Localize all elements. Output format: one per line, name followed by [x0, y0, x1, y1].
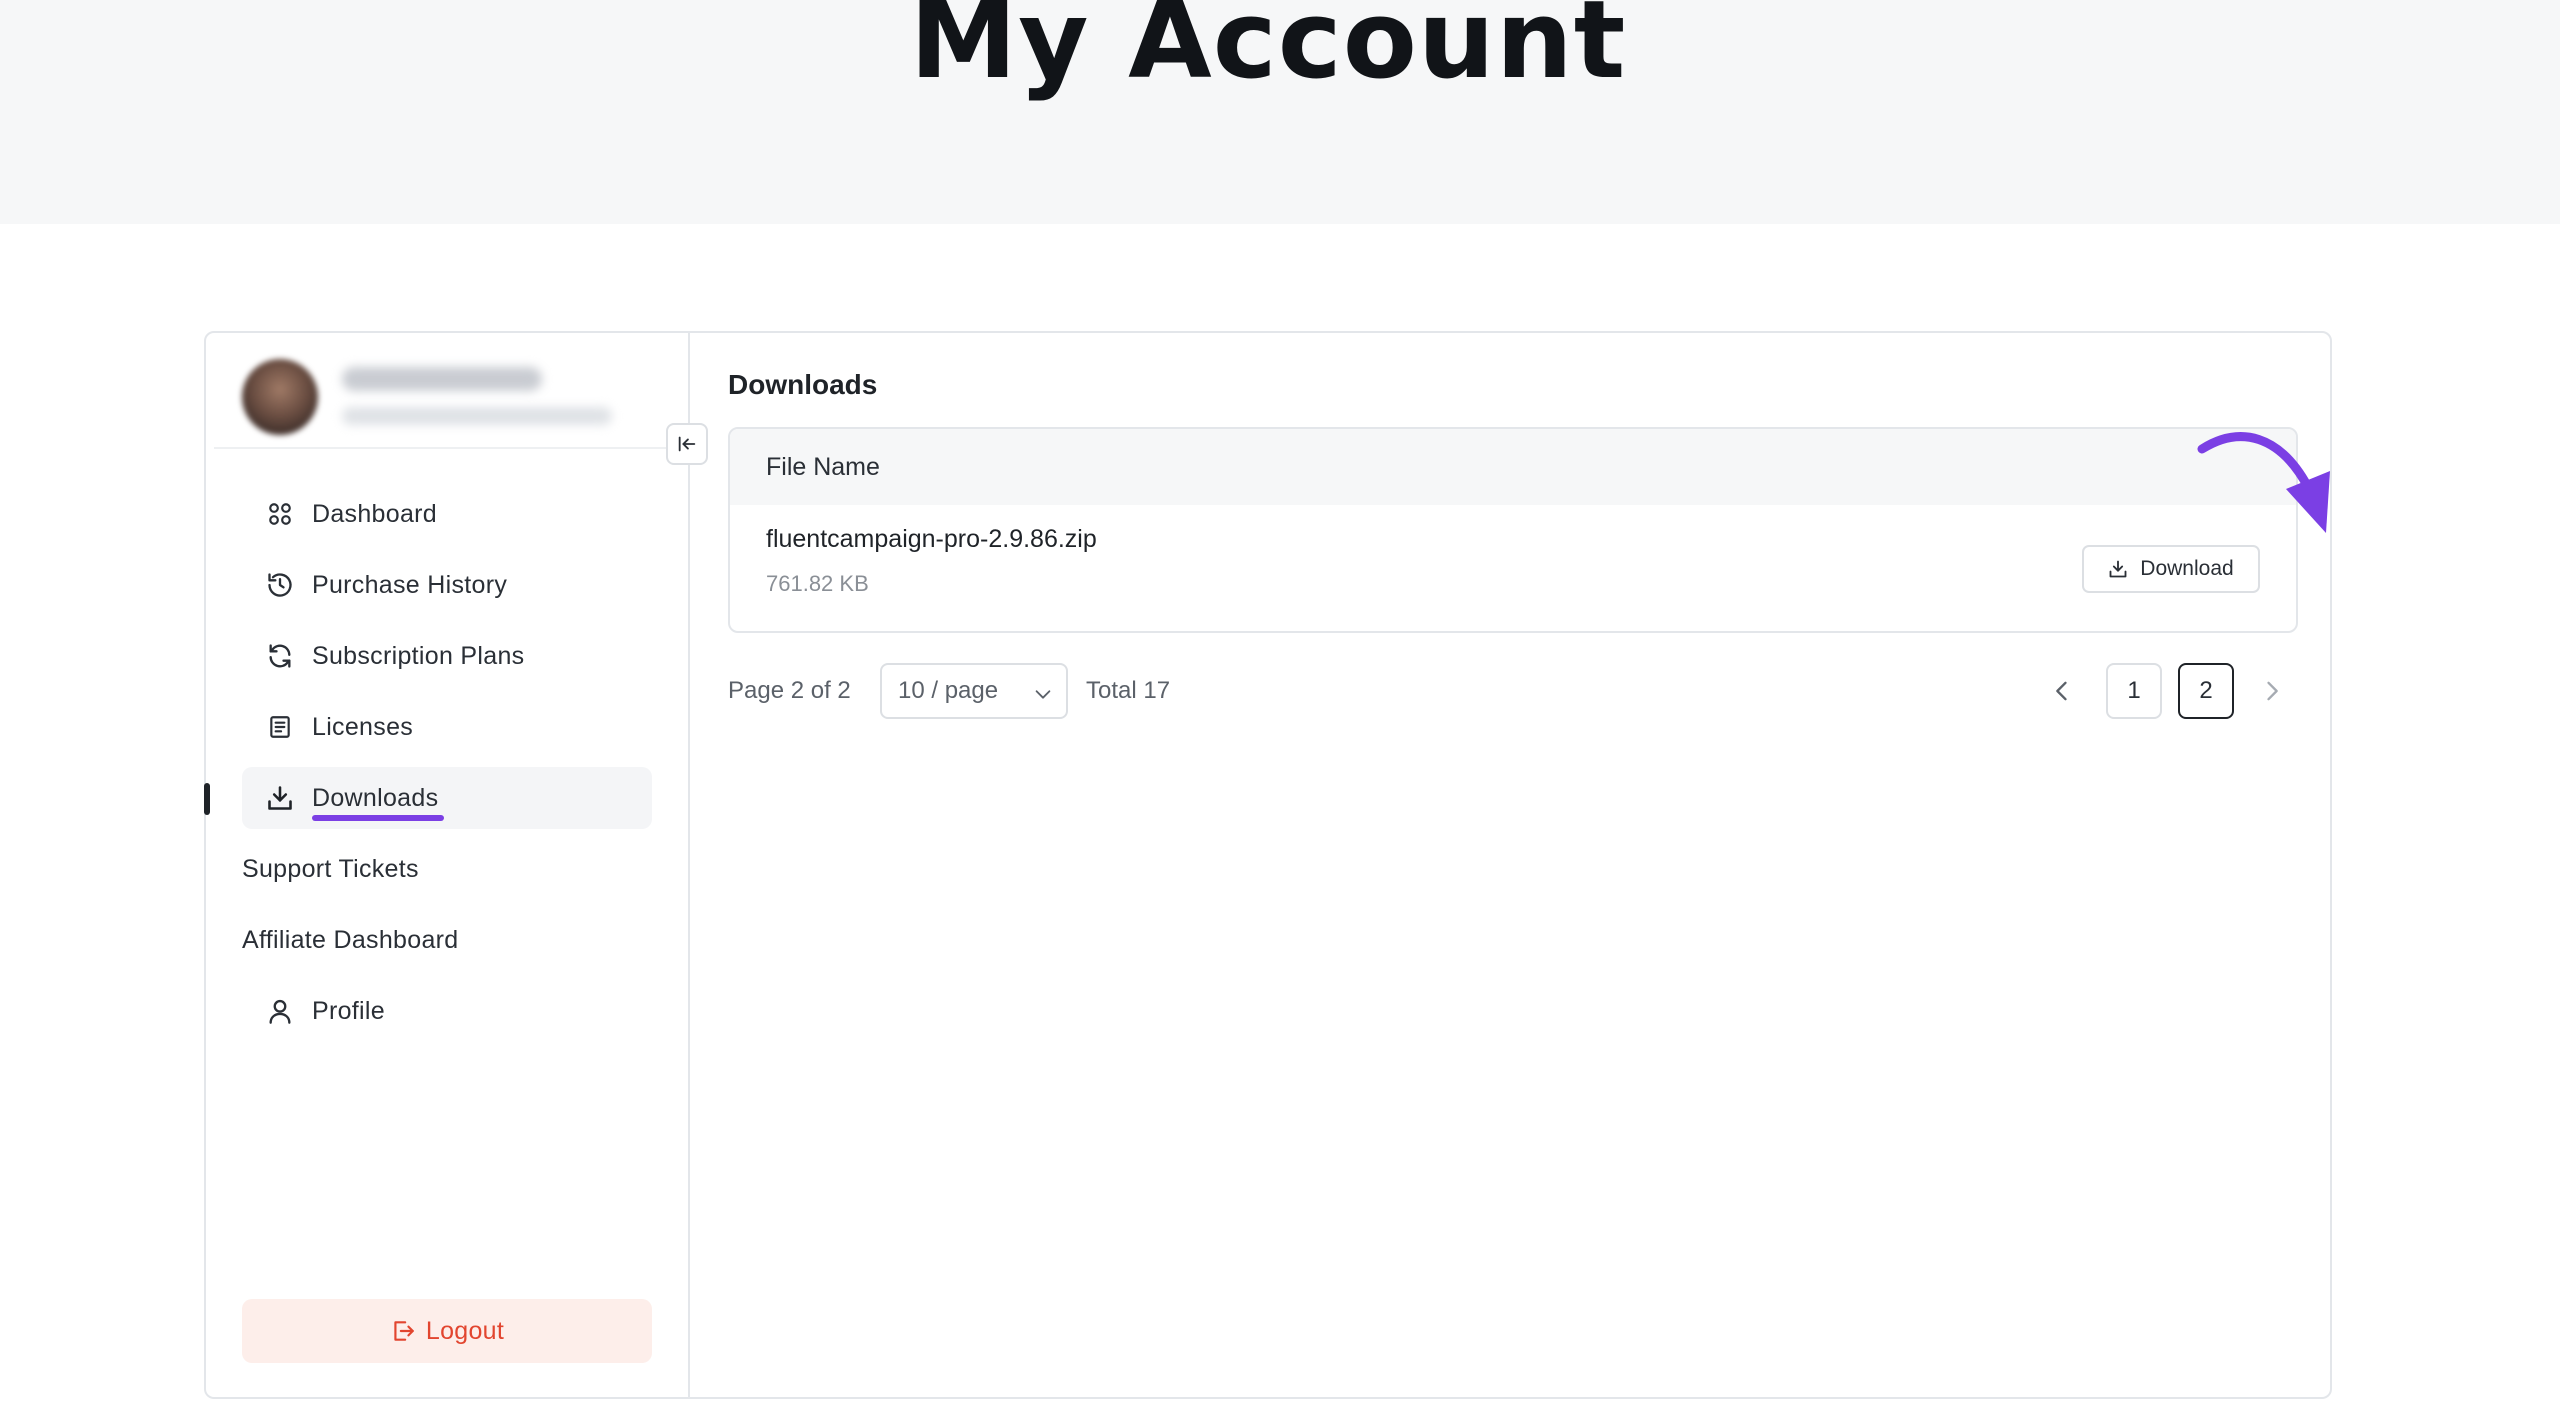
logout-icon	[394, 1321, 414, 1341]
collapse-sidebar-button[interactable]	[666, 423, 708, 465]
table-header: File Name	[730, 429, 2296, 505]
active-indicator	[204, 783, 210, 815]
download-icon	[264, 782, 296, 814]
table-row: fluentcampaign-pro-2.9.86.zip 761.82 KB …	[730, 505, 2296, 631]
page-button-1[interactable]: 1	[2106, 663, 2162, 719]
section-title: Downloads	[728, 369, 878, 400]
page-info: Page 2 of 2	[728, 677, 851, 704]
download-button[interactable]: Download	[2082, 545, 2260, 593]
sidebar-item-purchase-history[interactable]: Purchase History	[242, 554, 652, 616]
downloads-table: File Name fluentcampaign-pro-2.9.86.zip …	[728, 427, 2298, 633]
sidebar-item-subscription-plans[interactable]: Subscription Plans	[242, 625, 652, 687]
grid-icon	[264, 498, 296, 530]
prev-page-button[interactable]	[2048, 677, 2076, 710]
sidebar-item-licenses[interactable]: Licenses	[242, 696, 652, 758]
sidebar-item-label: Purchase History	[312, 570, 508, 599]
sidebar-item-support-tickets[interactable]: Support Tickets	[242, 838, 652, 900]
sidebar-item-label: Profile	[312, 996, 385, 1025]
sidebar-item-label: Licenses	[312, 712, 414, 741]
sidebar-item-dashboard[interactable]: Dashboard	[242, 483, 652, 545]
logout-button[interactable]: Logout	[242, 1299, 652, 1363]
user-info	[242, 353, 682, 441]
download-icon	[2109, 560, 2127, 578]
total-count: Total 17	[1086, 677, 1171, 704]
sidebar: Dashboard Purchase History Subscription …	[204, 333, 708, 1397]
sidebar-nav: Dashboard Purchase History Subscription …	[204, 483, 652, 1051]
user-name-blurred	[342, 367, 542, 391]
user-email-blurred	[342, 407, 612, 425]
chevron-right-icon	[2267, 681, 2278, 701]
avatar	[242, 359, 318, 435]
sidebar-item-label: Downloads	[312, 783, 445, 821]
account-card: Dashboard Purchase History Subscription …	[204, 331, 2332, 1399]
next-page-button[interactable]	[2258, 677, 2286, 710]
logout-label: Logout	[425, 1316, 505, 1345]
history-icon	[264, 569, 296, 601]
sidebar-item-label: Affiliate Dashboard	[242, 925, 459, 954]
download-button-label: Download	[2140, 557, 2234, 580]
page-title: My Account	[909, 0, 1627, 103]
sidebar-item-label: Subscription Plans	[312, 641, 525, 670]
file-size: 761.82 KB	[766, 571, 869, 596]
page-button-2[interactable]: 2	[2178, 663, 2234, 719]
chevron-left-icon	[2056, 681, 2067, 701]
page-header: My Account	[0, 0, 2560, 224]
per-page-value: 10 / page	[898, 677, 999, 704]
main-content: Downloads File Name fluentcampaign-pro-2…	[690, 333, 2330, 1397]
sidebar-item-label: Dashboard	[312, 499, 438, 528]
sidebar-item-profile[interactable]: Profile	[242, 980, 652, 1042]
file-name: fluentcampaign-pro-2.9.86.zip	[766, 525, 1097, 553]
column-header-file-name: File Name	[766, 452, 880, 481]
per-page-select[interactable]: 10 / page	[880, 663, 1068, 719]
sidebar-item-downloads[interactable]: Downloads	[204, 767, 652, 829]
pagination: Page 2 of 2 10 / page Total 17 1 2	[728, 663, 2298, 719]
user-icon	[264, 995, 296, 1027]
divider	[214, 447, 678, 449]
document-icon	[264, 711, 296, 743]
collapse-left-icon	[678, 436, 696, 452]
chevron-down-icon	[1035, 690, 1051, 699]
sidebar-item-label: Support Tickets	[242, 854, 419, 883]
annotation-arrow-icon	[2197, 432, 2330, 533]
refresh-icon	[264, 640, 296, 672]
sidebar-item-affiliate-dashboard[interactable]: Affiliate Dashboard	[242, 909, 652, 971]
